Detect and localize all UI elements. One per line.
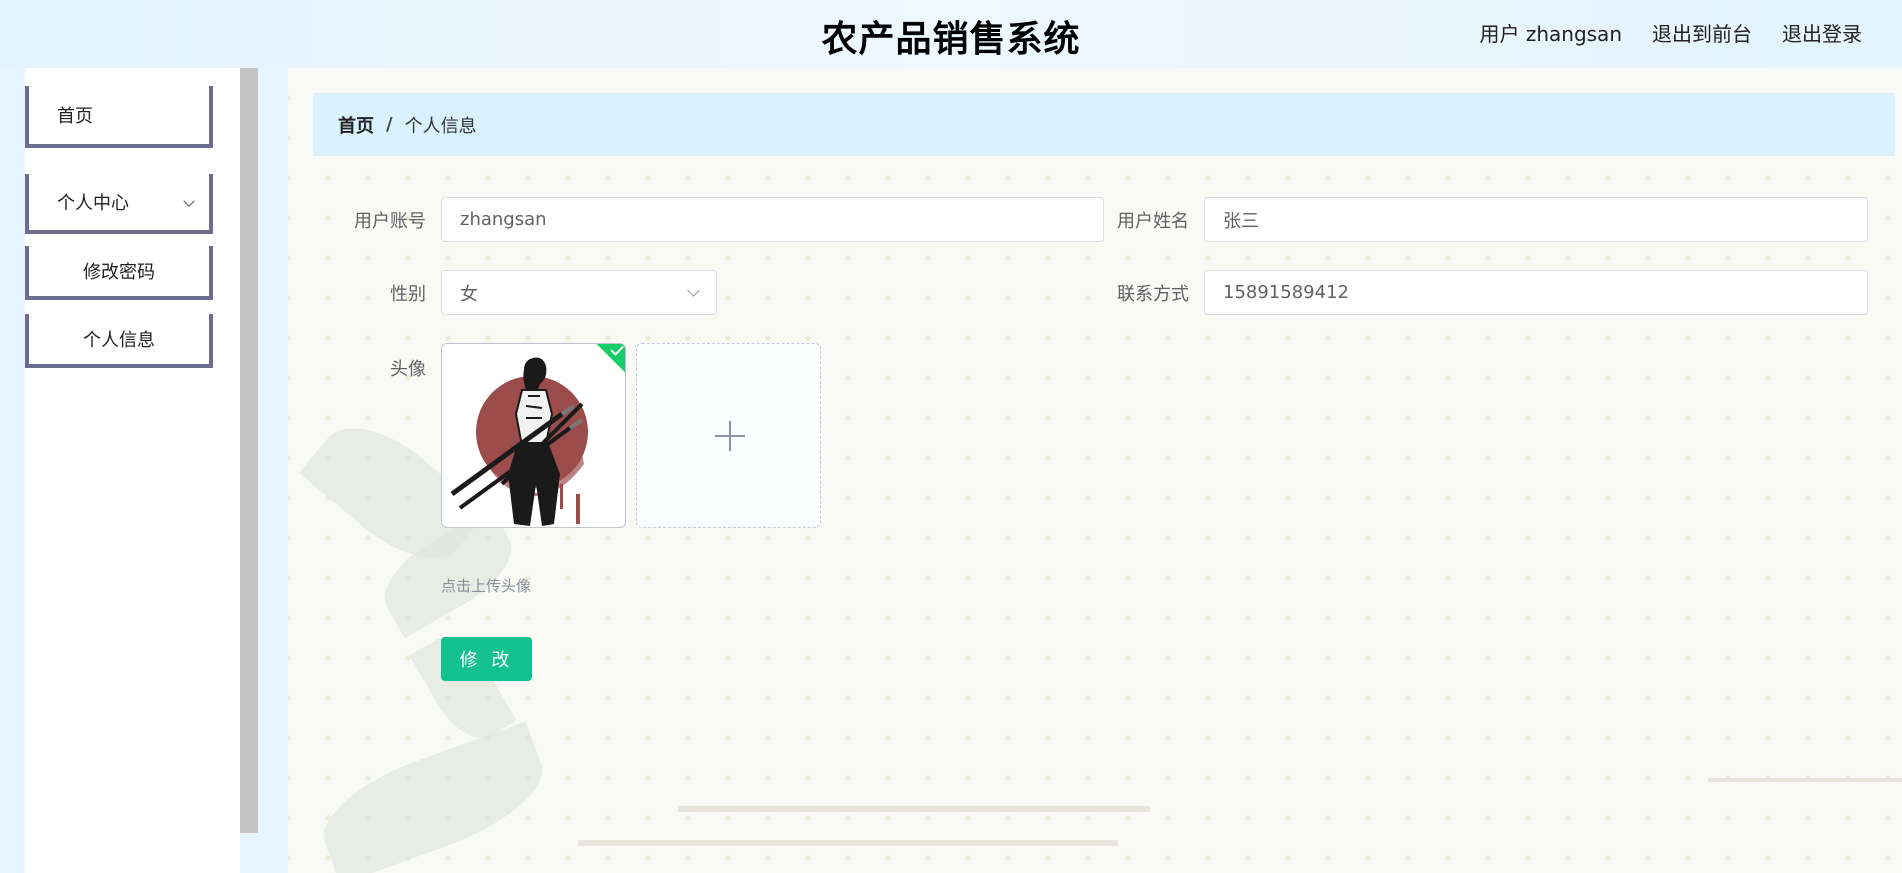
shelf-decoration	[1708, 778, 1902, 782]
name-label: 用户姓名	[1117, 211, 1189, 232]
sidebar-scrollbar[interactable]	[240, 68, 258, 833]
sidebar-item-home[interactable]: 首页	[25, 86, 213, 148]
account-field[interactable]: zhangsan	[441, 197, 1104, 242]
sidebar-item-personal-center[interactable]: 个人中心	[25, 174, 213, 234]
avatar-upload-button[interactable]	[636, 343, 821, 528]
sidebar-item-label: 首页	[57, 106, 93, 127]
sidebar-item-change-password[interactable]: 修改密码	[25, 246, 213, 300]
gender-value: 女	[460, 283, 478, 305]
update-button[interactable]: 修 改	[441, 637, 532, 681]
upload-tip: 点击上传头像	[441, 577, 532, 595]
sidebar: 首页 个人中心 修改密码 个人信息	[25, 68, 240, 873]
account-value: zhangsan	[460, 209, 547, 230]
leaf-decoration	[309, 721, 557, 873]
sidebar-item-personal-info[interactable]: 个人信息	[25, 314, 213, 368]
chevron-down-icon	[183, 195, 195, 207]
header-links: 用户 zhangsan 退出到前台 退出登录	[1479, 18, 1862, 47]
shelf-decoration	[678, 806, 1150, 812]
avatar-image	[450, 357, 588, 526]
sidebar-item-label: 个人信息	[83, 330, 155, 351]
shelf-decoration	[578, 840, 1118, 846]
gender-select[interactable]: 女	[441, 270, 717, 315]
chevron-down-icon	[687, 284, 700, 297]
breadcrumb-current: 个人信息	[404, 115, 477, 137]
phone-value: 15891589412	[1223, 282, 1349, 303]
current-user-label[interactable]: 用户 zhangsan	[1479, 18, 1622, 47]
logout-link[interactable]: 退出登录	[1782, 18, 1862, 47]
breadcrumb-separator: /	[386, 114, 393, 135]
phone-field[interactable]: 15891589412	[1204, 270, 1868, 315]
breadcrumb: 首页 / 个人信息	[313, 93, 1895, 156]
phone-label: 联系方式	[1117, 284, 1189, 305]
sidebar-item-label: 修改密码	[83, 262, 155, 283]
sidebar-item-label: 个人中心	[57, 193, 129, 214]
gender-label: 性别	[390, 284, 426, 305]
name-value: 张三	[1223, 210, 1259, 232]
avatar-thumbnail[interactable]	[441, 343, 626, 528]
name-field[interactable]: 张三	[1204, 197, 1868, 242]
plus-icon	[729, 421, 731, 451]
avatar-label: 头像	[390, 359, 426, 380]
account-label: 用户账号	[354, 211, 426, 232]
back-to-front-link[interactable]: 退出到前台	[1652, 18, 1752, 47]
top-header: 农产品销售系统 用户 zhangsan 退出到前台 退出登录	[0, 0, 1902, 68]
breadcrumb-home[interactable]: 首页	[338, 112, 374, 138]
